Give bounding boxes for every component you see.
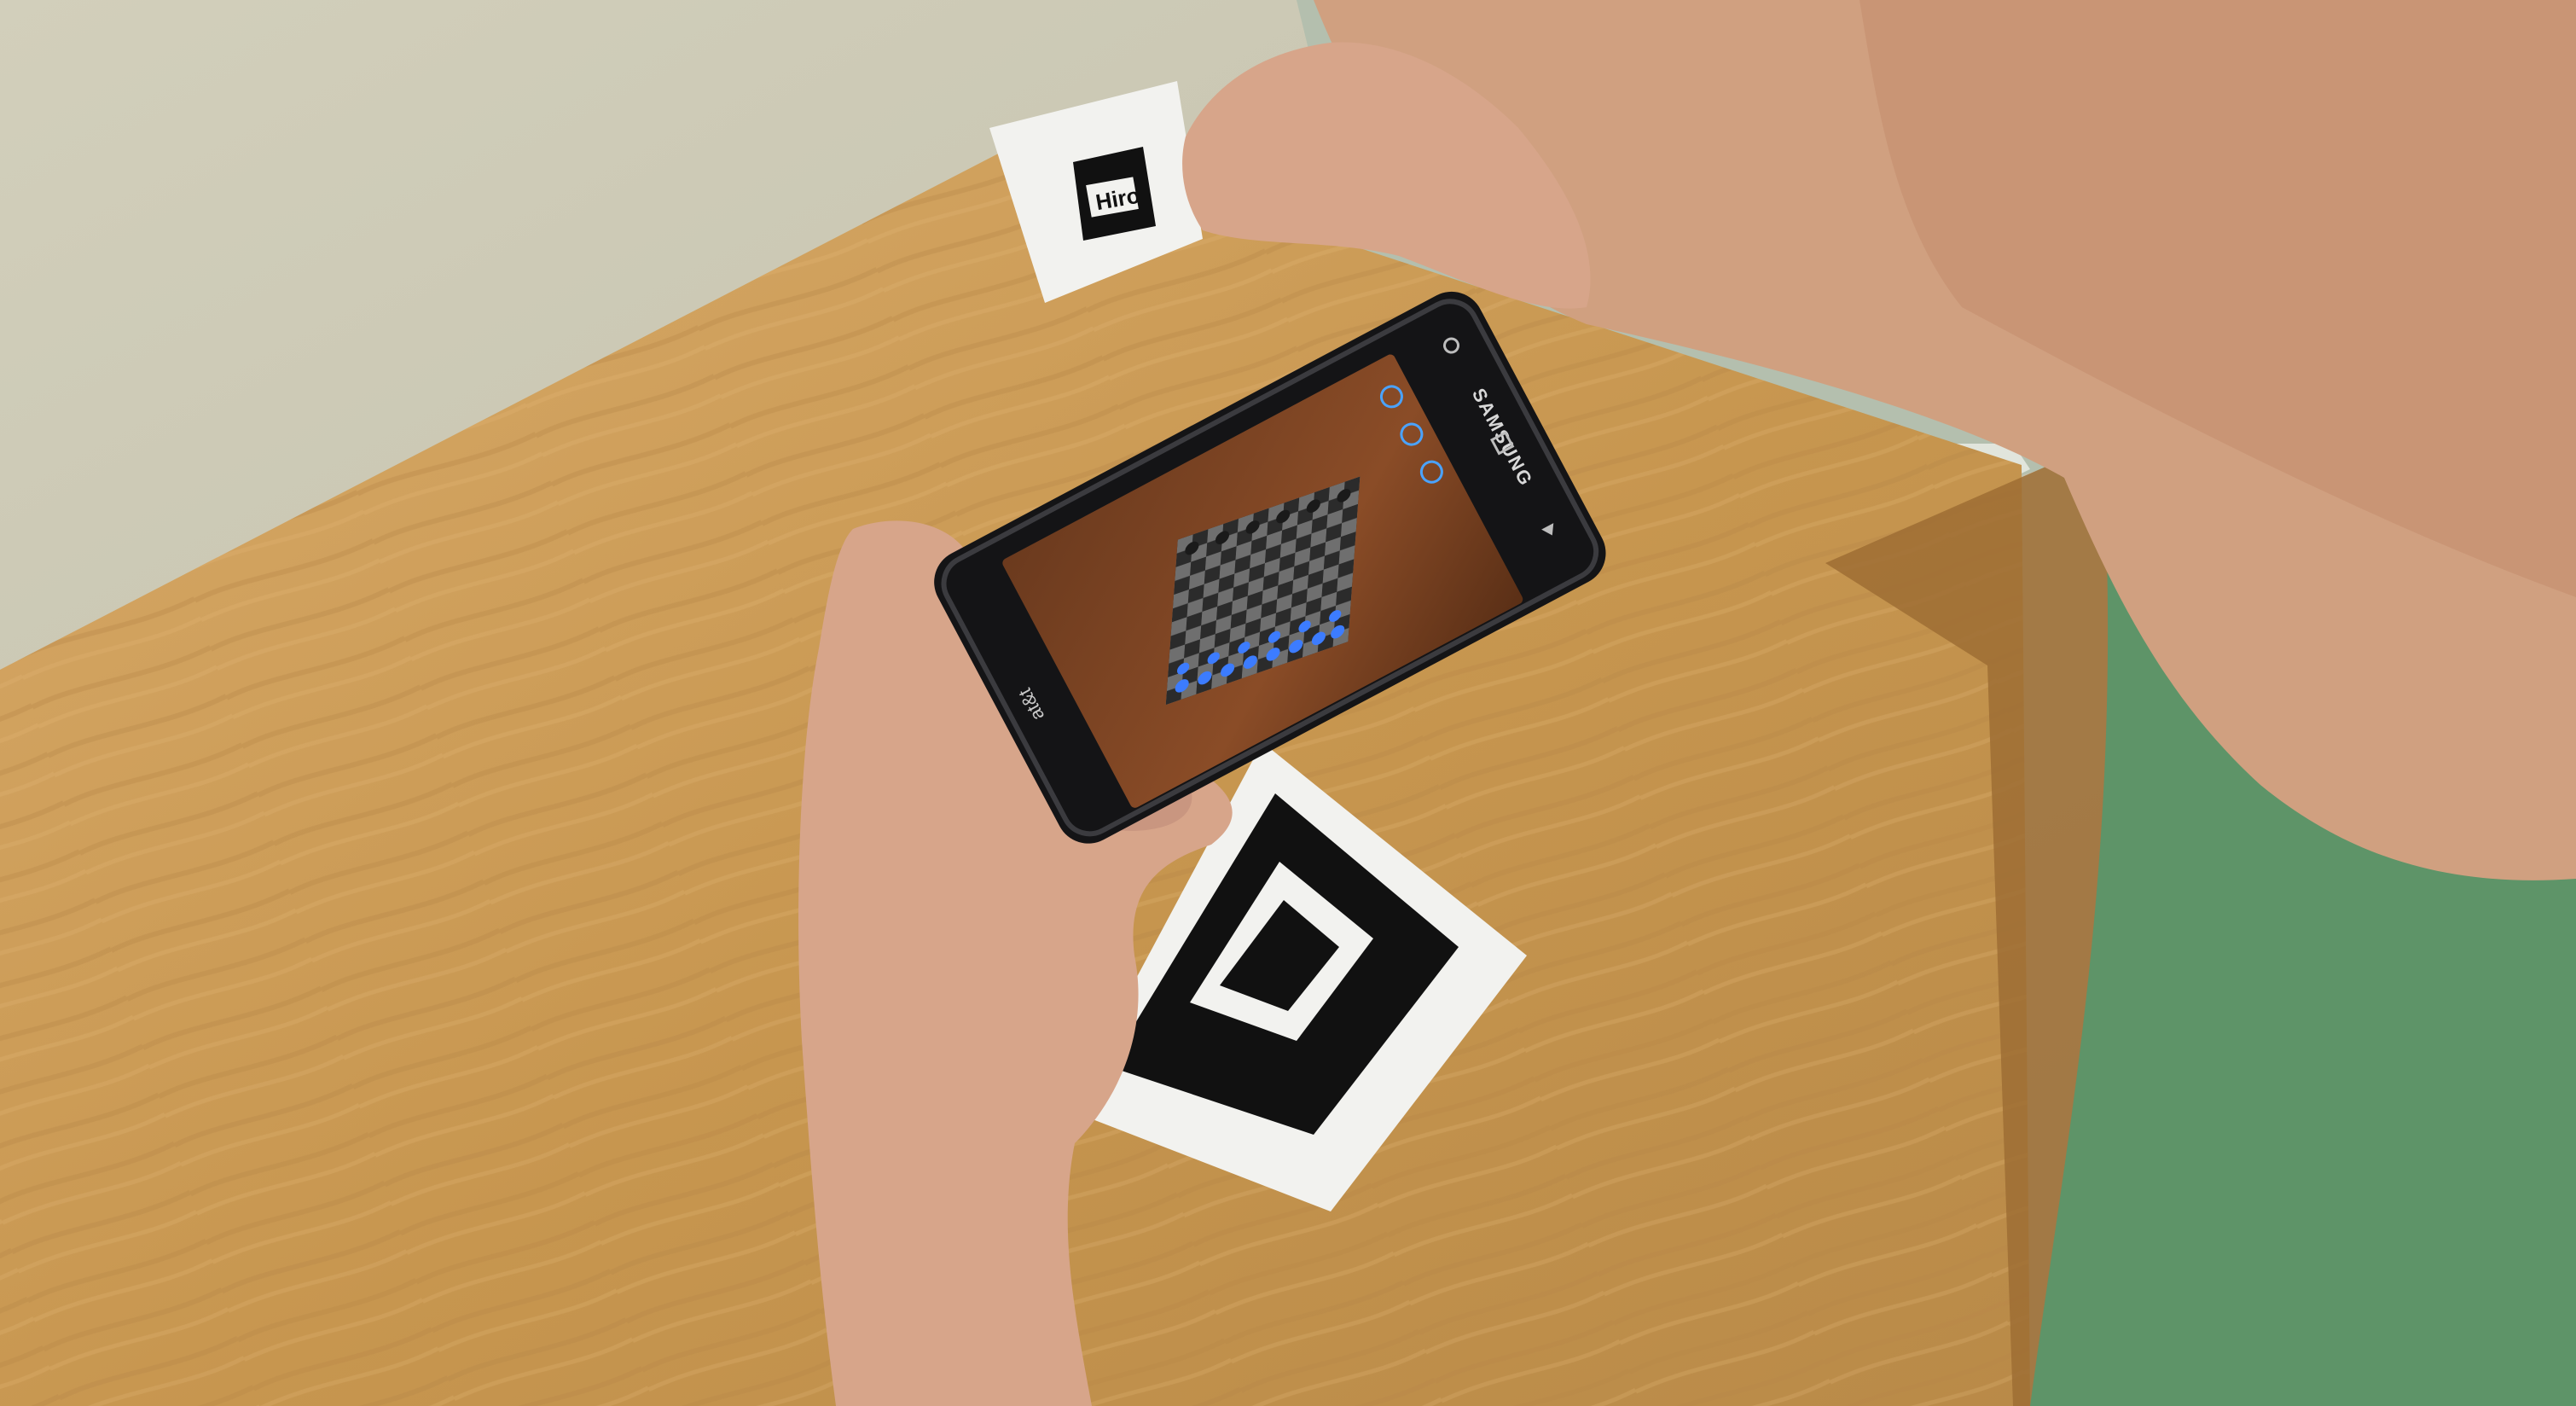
photo-scene: Hiro at&t SAMSUNG	[0, 0, 2576, 1406]
